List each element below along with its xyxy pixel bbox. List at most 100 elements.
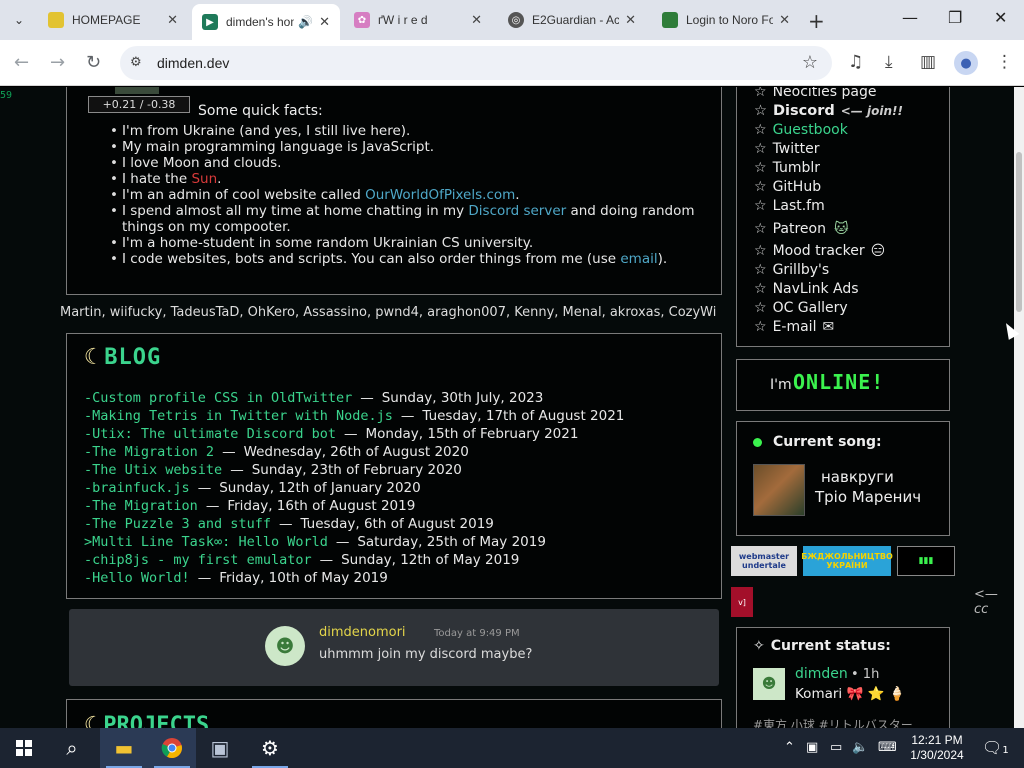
friends-marquee: Martin, wiifucky, TadeusTaD, OhKero, Ass…: [60, 305, 717, 320]
sidebar-item-tumblr[interactable]: ☆ Tumblr: [754, 159, 903, 178]
close-icon[interactable]: ✕: [471, 12, 482, 28]
discord-message-card[interactable]: ☻ dimdenomori Today at 9:49 PM uhmmm joi…: [69, 609, 719, 686]
sidebar-item-oc-gallery[interactable]: ☆ OC Gallery: [754, 299, 903, 318]
list-item: I love Moon and clouds.: [110, 155, 702, 171]
sun-link[interactable]: Sun: [191, 171, 217, 187]
sidebar-item-navlink[interactable]: ☆ NavLink Ads: [754, 280, 903, 299]
blog-heading: ☾ BLOG: [84, 345, 162, 370]
taskbar-settings[interactable]: ⚙: [246, 728, 294, 768]
profile-avatar[interactable]: ●: [954, 51, 978, 75]
media-control-icon[interactable]: ♫: [848, 52, 863, 72]
new-tab-button[interactable]: +: [808, 9, 825, 33]
close-icon[interactable]: ✕: [779, 12, 790, 28]
star-icon: ☆: [754, 103, 767, 119]
address-bar[interactable]: ⚙ dimden.dev ☆: [120, 46, 832, 80]
tab-search-icon[interactable]: ⌄: [6, 7, 32, 33]
post-link[interactable]: The Migration 2: [92, 444, 214, 460]
post-link[interactable]: Making Tetris in Twitter with Node.js: [92, 408, 393, 424]
badge-terminal[interactable]: ▮▮▮: [897, 546, 955, 576]
tab-noro[interactable]: Login to Noro Form ✕: [652, 6, 800, 34]
tab-homepage[interactable]: HOMEPAGE ✕: [38, 6, 188, 34]
playing-dot-icon: [753, 438, 762, 447]
list-item: -Utix: The ultimate Discord bot — Monday, …: [84, 426, 579, 442]
back-button[interactable]: ←: [14, 52, 29, 73]
sidebar-item-lastfm[interactable]: ☆ Last.fm: [754, 197, 903, 216]
discord-timestamp: Today at 9:49 PM: [434, 628, 520, 639]
close-icon[interactable]: ✕: [625, 12, 636, 28]
post-date: Sunday, 30th July, 2023: [381, 390, 544, 406]
star-icon: ☆: [754, 160, 767, 176]
sidebar-item-neocities[interactable]: ☆ Neocities page: [754, 87, 903, 102]
download-icon[interactable]: ⤓: [885, 52, 893, 72]
system-clock[interactable]: 12:21 PM 1/30/2024: [902, 733, 972, 763]
badge-small[interactable]: v]: [731, 587, 753, 617]
post-link[interactable]: chip8js - my first emulator: [92, 552, 311, 568]
sidebar-item-mood-tracker[interactable]: ☆ Mood tracker 😑: [754, 242, 903, 261]
sidebar-item-guestbook[interactable]: ☆ Guestbook: [754, 121, 903, 140]
search-button[interactable]: ⌕: [48, 728, 96, 768]
discord-username: dimdenomori: [319, 625, 406, 640]
reload-button[interactable]: ↻: [86, 52, 101, 73]
post-link[interactable]: brainfuck.js: [92, 480, 190, 496]
post-link[interactable]: Custom profile CSS in OldTwitter: [92, 390, 352, 406]
album-cover[interactable]: [753, 464, 805, 516]
site-info-icon[interactable]: ⚙: [130, 55, 142, 70]
post-link[interactable]: The Utix website: [92, 462, 222, 478]
restore-button[interactable]: ❐: [948, 8, 962, 27]
email-link[interactable]: email: [620, 251, 657, 267]
current-song-box: Current song: навкруги Тріо Маренич: [736, 421, 950, 536]
post-link[interactable]: The Migration: [92, 498, 198, 514]
volume-icon[interactable]: 🔈: [852, 740, 868, 755]
discord-server-link[interactable]: Discord server: [468, 203, 566, 219]
yellow-square-icon: [48, 12, 64, 28]
list-item: -The Migration — Friday, 16th of August 20…: [84, 498, 416, 514]
badge-ukraine[interactable]: БЖДЖОЛЬНИЦТВО УКРАЇНИ: [801, 546, 893, 576]
browser-toolbar: ← → ↻ ⚙ dimden.dev ☆ ♫ ⤓ ▥ ● ⋮: [0, 40, 1024, 86]
tab-wired[interactable]: ✿ ґW i r e d ✕: [344, 6, 492, 34]
sidebar-item-patreon[interactable]: ☆ Patreon 🐱: [754, 216, 903, 242]
menu-kebab-icon[interactable]: ⋮: [996, 52, 1013, 72]
post-link[interactable]: Hello World!: [92, 570, 190, 586]
start-button[interactable]: [0, 728, 48, 768]
post-prefix: -: [84, 498, 93, 514]
post-link[interactable]: Multi Line Task∞: Hello World: [92, 534, 328, 550]
sidebar-item-discord[interactable]: ☆ Discord <— join!!: [754, 102, 903, 121]
close-icon[interactable]: ✕: [167, 12, 178, 28]
forward-button[interactable]: →: [50, 52, 65, 73]
close-window-button[interactable]: ✕: [994, 8, 1007, 27]
notification-center-icon[interactable]: 🗨1: [982, 738, 1009, 757]
chevron-up-icon[interactable]: ⌃: [784, 740, 795, 755]
minimize-button[interactable]: —: [902, 8, 918, 27]
smiley-icon: 😑: [870, 243, 886, 259]
noro-icon: [662, 12, 678, 28]
network-icon[interactable]: ▭: [830, 740, 842, 755]
sidebar-item-github[interactable]: ☆ GitHub: [754, 178, 903, 197]
keyboard-icon[interactable]: ⌨: [878, 740, 897, 755]
star-icon: ☆: [754, 87, 767, 100]
sidebar-item-email[interactable]: ☆ E-mail ✉: [754, 318, 903, 337]
post-link[interactable]: The Puzzle 3 and stuff: [92, 516, 271, 532]
tab-dimden[interactable]: ▶ dimden's homepage 🔊 ✕: [192, 4, 340, 40]
taskbar-chrome[interactable]: [148, 728, 196, 768]
defender-icon[interactable]: ▣: [806, 740, 818, 755]
speaker-icon[interactable]: 🔊: [298, 15, 313, 29]
sidebar-item-twitter[interactable]: ☆ Twitter: [754, 140, 903, 159]
status-text: Komari 🎀 ⭐ 🍦: [795, 686, 906, 702]
post-prefix: -: [84, 444, 93, 460]
side-panel-icon[interactable]: ▥: [920, 52, 936, 72]
owop-link[interactable]: OurWorldOfPixels.com: [365, 187, 515, 203]
scrollbar-thumb[interactable]: [1016, 152, 1022, 312]
taskbar-file-explorer[interactable]: ▬: [100, 728, 148, 768]
taskbar-network-app[interactable]: ▣: [196, 728, 244, 768]
close-icon[interactable]: ✕: [319, 14, 330, 30]
moon-icon: ☾: [84, 345, 99, 370]
post-prefix: >: [84, 534, 93, 550]
sidebar-item-grillbys[interactable]: ☆ Grillby's: [754, 261, 903, 280]
status-username[interactable]: dimden: [795, 666, 848, 682]
tab-e2guardian[interactable]: ◎ E2Guardian - Access Denied ✕: [498, 6, 646, 34]
list-item: -The Puzzle 3 and stuff — Tuesday, 6th of …: [84, 516, 494, 532]
post-link[interactable]: Utix: The ultimate Discord bot: [92, 426, 336, 442]
badge-undertale[interactable]: webmaster undertale: [731, 546, 797, 576]
bookmark-star-icon[interactable]: ☆: [802, 52, 818, 73]
list-item: -brainfuck.js — Sunday, 12th of January 20…: [84, 480, 421, 496]
